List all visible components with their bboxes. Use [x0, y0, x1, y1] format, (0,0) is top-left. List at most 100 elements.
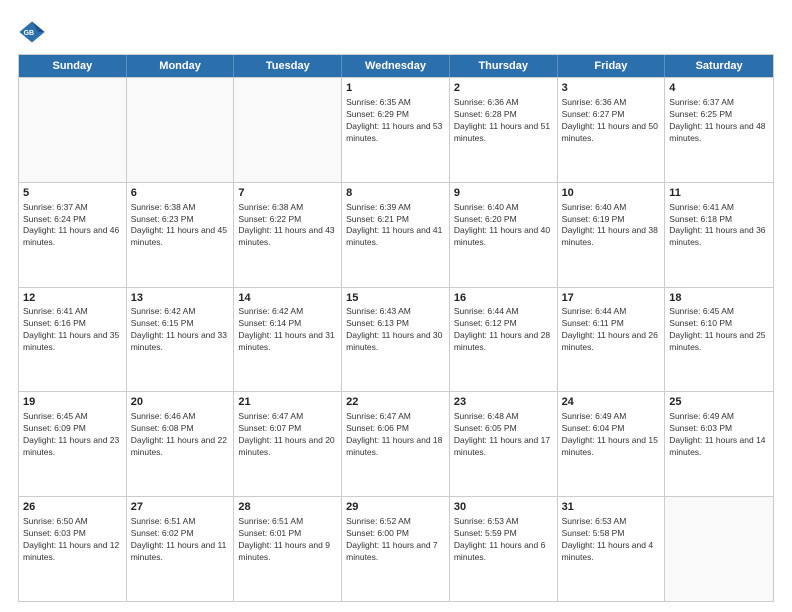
day-info: Sunrise: 6:40 AMSunset: 6:19 PMDaylight:…: [562, 202, 661, 250]
day-info: Sunrise: 6:47 AMSunset: 6:06 PMDaylight:…: [346, 411, 445, 459]
day-info: Sunrise: 6:53 AMSunset: 5:58 PMDaylight:…: [562, 516, 661, 564]
day-info: Sunrise: 6:41 AMSunset: 6:18 PMDaylight:…: [669, 202, 769, 250]
day-number: 19: [23, 395, 122, 410]
calendar-day-25: 25Sunrise: 6:49 AMSunset: 6:03 PMDayligh…: [665, 392, 773, 496]
day-info: Sunrise: 6:37 AMSunset: 6:25 PMDaylight:…: [669, 97, 769, 145]
calendar-day-23: 23Sunrise: 6:48 AMSunset: 6:05 PMDayligh…: [450, 392, 558, 496]
day-number: 17: [562, 291, 661, 306]
day-info: Sunrise: 6:52 AMSunset: 6:00 PMDaylight:…: [346, 516, 445, 564]
day-number: 7: [238, 186, 337, 201]
svg-text:GB: GB: [24, 30, 34, 37]
day-info: Sunrise: 6:43 AMSunset: 6:13 PMDaylight:…: [346, 306, 445, 354]
calendar-day-2: 2Sunrise: 6:36 AMSunset: 6:28 PMDaylight…: [450, 78, 558, 182]
calendar-week-3: 12Sunrise: 6:41 AMSunset: 6:16 PMDayligh…: [19, 287, 773, 392]
calendar-day-19: 19Sunrise: 6:45 AMSunset: 6:09 PMDayligh…: [19, 392, 127, 496]
day-info: Sunrise: 6:49 AMSunset: 6:04 PMDaylight:…: [562, 411, 661, 459]
calendar-week-2: 5Sunrise: 6:37 AMSunset: 6:24 PMDaylight…: [19, 182, 773, 287]
day-number: 25: [669, 395, 769, 410]
header-day-wednesday: Wednesday: [342, 55, 450, 77]
day-info: Sunrise: 6:51 AMSunset: 6:01 PMDaylight:…: [238, 516, 337, 564]
day-number: 11: [669, 186, 769, 201]
calendar-day-14: 14Sunrise: 6:42 AMSunset: 6:14 PMDayligh…: [234, 288, 342, 392]
day-number: 22: [346, 395, 445, 410]
day-info: Sunrise: 6:44 AMSunset: 6:11 PMDaylight:…: [562, 306, 661, 354]
calendar-week-1: 1Sunrise: 6:35 AMSunset: 6:29 PMDaylight…: [19, 77, 773, 182]
calendar-day-22: 22Sunrise: 6:47 AMSunset: 6:06 PMDayligh…: [342, 392, 450, 496]
day-info: Sunrise: 6:46 AMSunset: 6:08 PMDaylight:…: [131, 411, 230, 459]
day-number: 13: [131, 291, 230, 306]
calendar-day-8: 8Sunrise: 6:39 AMSunset: 6:21 PMDaylight…: [342, 183, 450, 287]
day-number: 26: [23, 500, 122, 515]
header-day-saturday: Saturday: [665, 55, 773, 77]
day-number: 10: [562, 186, 661, 201]
day-number: 15: [346, 291, 445, 306]
day-number: 2: [454, 81, 553, 96]
calendar-empty-cell: [127, 78, 235, 182]
calendar-empty-cell: [234, 78, 342, 182]
day-number: 9: [454, 186, 553, 201]
calendar-day-24: 24Sunrise: 6:49 AMSunset: 6:04 PMDayligh…: [558, 392, 666, 496]
day-number: 1: [346, 81, 445, 96]
day-number: 12: [23, 291, 122, 306]
calendar-day-28: 28Sunrise: 6:51 AMSunset: 6:01 PMDayligh…: [234, 497, 342, 601]
day-info: Sunrise: 6:42 AMSunset: 6:15 PMDaylight:…: [131, 306, 230, 354]
day-number: 24: [562, 395, 661, 410]
header: GB: [18, 18, 774, 46]
day-number: 5: [23, 186, 122, 201]
calendar-day-20: 20Sunrise: 6:46 AMSunset: 6:08 PMDayligh…: [127, 392, 235, 496]
calendar-day-10: 10Sunrise: 6:40 AMSunset: 6:19 PMDayligh…: [558, 183, 666, 287]
day-number: 21: [238, 395, 337, 410]
day-number: 31: [562, 500, 661, 515]
logo-icon: GB: [18, 18, 46, 46]
day-number: 27: [131, 500, 230, 515]
day-info: Sunrise: 6:51 AMSunset: 6:02 PMDaylight:…: [131, 516, 230, 564]
day-info: Sunrise: 6:50 AMSunset: 6:03 PMDaylight:…: [23, 516, 122, 564]
day-number: 3: [562, 81, 661, 96]
day-number: 4: [669, 81, 769, 96]
calendar-day-17: 17Sunrise: 6:44 AMSunset: 6:11 PMDayligh…: [558, 288, 666, 392]
day-info: Sunrise: 6:39 AMSunset: 6:21 PMDaylight:…: [346, 202, 445, 250]
calendar-day-29: 29Sunrise: 6:52 AMSunset: 6:00 PMDayligh…: [342, 497, 450, 601]
day-info: Sunrise: 6:36 AMSunset: 6:28 PMDaylight:…: [454, 97, 553, 145]
calendar-day-5: 5Sunrise: 6:37 AMSunset: 6:24 PMDaylight…: [19, 183, 127, 287]
day-number: 18: [669, 291, 769, 306]
calendar-day-27: 27Sunrise: 6:51 AMSunset: 6:02 PMDayligh…: [127, 497, 235, 601]
calendar-day-16: 16Sunrise: 6:44 AMSunset: 6:12 PMDayligh…: [450, 288, 558, 392]
day-info: Sunrise: 6:41 AMSunset: 6:16 PMDaylight:…: [23, 306, 122, 354]
header-day-thursday: Thursday: [450, 55, 558, 77]
day-info: Sunrise: 6:47 AMSunset: 6:07 PMDaylight:…: [238, 411, 337, 459]
calendar-day-3: 3Sunrise: 6:36 AMSunset: 6:27 PMDaylight…: [558, 78, 666, 182]
day-number: 20: [131, 395, 230, 410]
calendar-day-26: 26Sunrise: 6:50 AMSunset: 6:03 PMDayligh…: [19, 497, 127, 601]
day-info: Sunrise: 6:53 AMSunset: 5:59 PMDaylight:…: [454, 516, 553, 564]
calendar-week-4: 19Sunrise: 6:45 AMSunset: 6:09 PMDayligh…: [19, 391, 773, 496]
day-number: 16: [454, 291, 553, 306]
calendar-day-9: 9Sunrise: 6:40 AMSunset: 6:20 PMDaylight…: [450, 183, 558, 287]
day-number: 8: [346, 186, 445, 201]
day-info: Sunrise: 6:40 AMSunset: 6:20 PMDaylight:…: [454, 202, 553, 250]
calendar-day-4: 4Sunrise: 6:37 AMSunset: 6:25 PMDaylight…: [665, 78, 773, 182]
calendar-day-7: 7Sunrise: 6:38 AMSunset: 6:22 PMDaylight…: [234, 183, 342, 287]
day-info: Sunrise: 6:36 AMSunset: 6:27 PMDaylight:…: [562, 97, 661, 145]
calendar-day-31: 31Sunrise: 6:53 AMSunset: 5:58 PMDayligh…: [558, 497, 666, 601]
day-number: 28: [238, 500, 337, 515]
calendar-day-13: 13Sunrise: 6:42 AMSunset: 6:15 PMDayligh…: [127, 288, 235, 392]
day-info: Sunrise: 6:45 AMSunset: 6:10 PMDaylight:…: [669, 306, 769, 354]
header-day-friday: Friday: [558, 55, 666, 77]
day-info: Sunrise: 6:49 AMSunset: 6:03 PMDaylight:…: [669, 411, 769, 459]
calendar-empty-cell: [19, 78, 127, 182]
header-day-monday: Monday: [127, 55, 235, 77]
calendar-day-6: 6Sunrise: 6:38 AMSunset: 6:23 PMDaylight…: [127, 183, 235, 287]
calendar-empty-cell: [665, 497, 773, 601]
calendar-day-15: 15Sunrise: 6:43 AMSunset: 6:13 PMDayligh…: [342, 288, 450, 392]
logo: GB: [18, 18, 50, 46]
calendar-day-21: 21Sunrise: 6:47 AMSunset: 6:07 PMDayligh…: [234, 392, 342, 496]
day-info: Sunrise: 6:35 AMSunset: 6:29 PMDaylight:…: [346, 97, 445, 145]
day-info: Sunrise: 6:48 AMSunset: 6:05 PMDaylight:…: [454, 411, 553, 459]
calendar-day-11: 11Sunrise: 6:41 AMSunset: 6:18 PMDayligh…: [665, 183, 773, 287]
day-info: Sunrise: 6:38 AMSunset: 6:23 PMDaylight:…: [131, 202, 230, 250]
calendar-body: 1Sunrise: 6:35 AMSunset: 6:29 PMDaylight…: [19, 77, 773, 601]
day-number: 14: [238, 291, 337, 306]
day-number: 30: [454, 500, 553, 515]
day-number: 29: [346, 500, 445, 515]
